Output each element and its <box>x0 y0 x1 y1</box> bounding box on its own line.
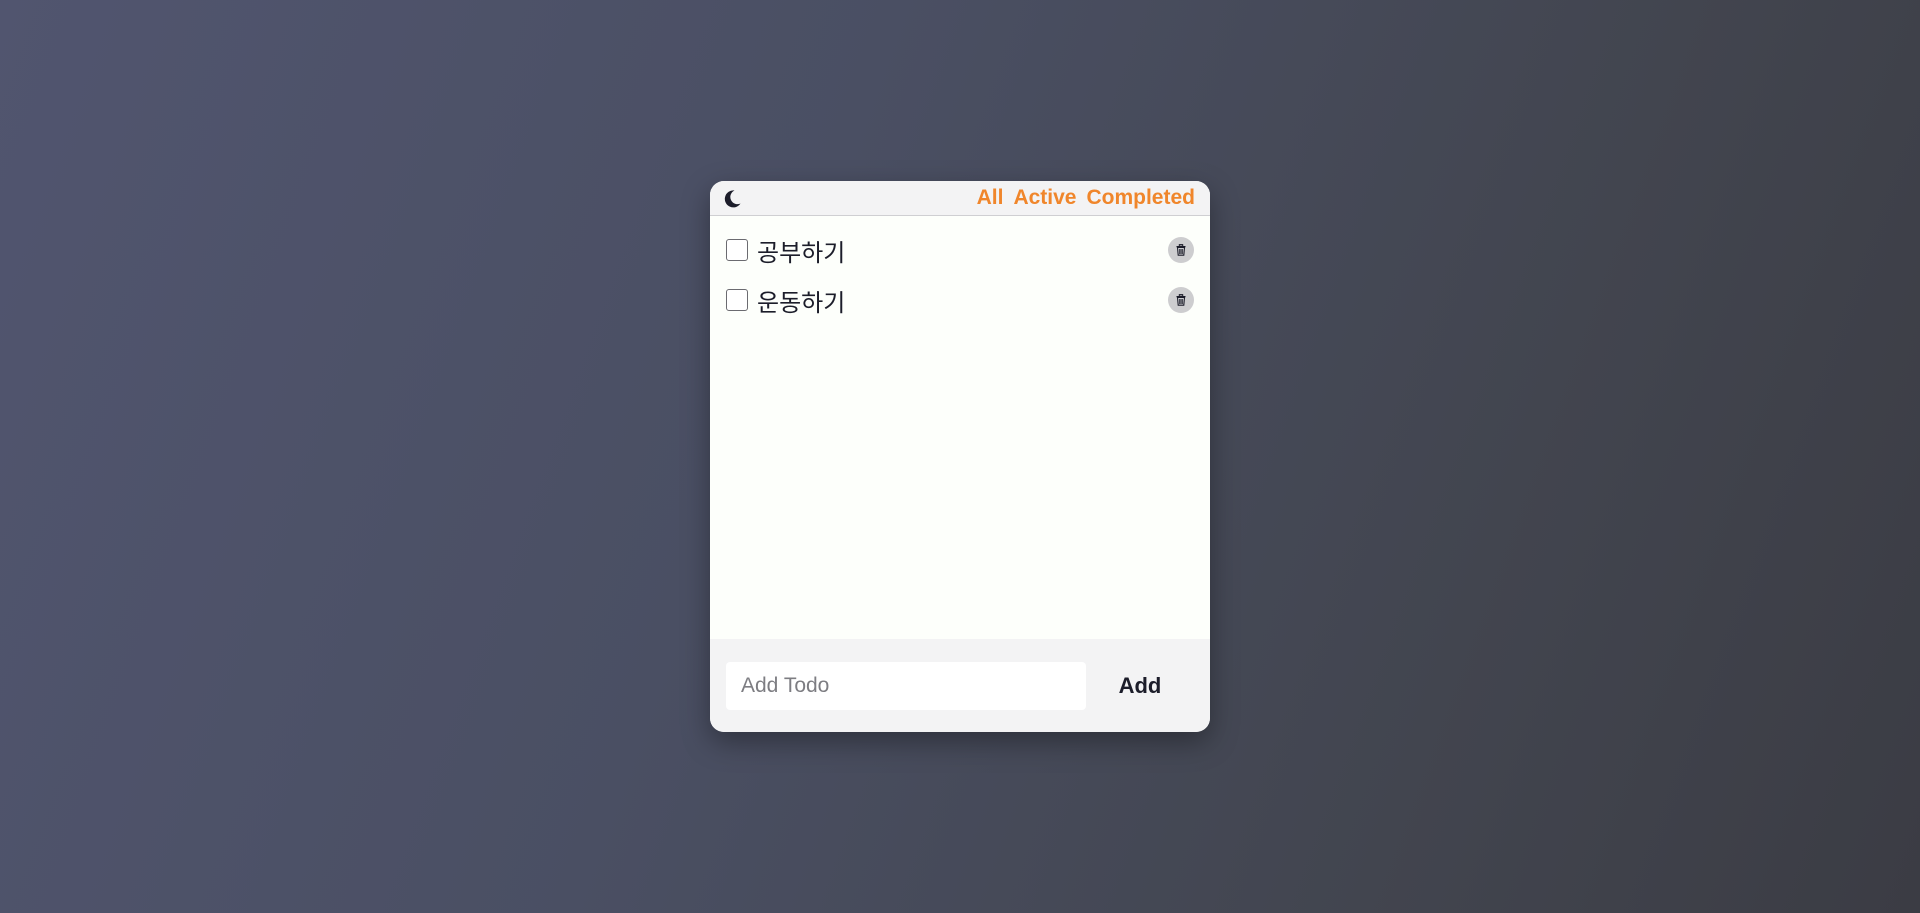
filter-completed-button[interactable]: Completed <box>1086 186 1195 210</box>
app-header: All Active Completed <box>710 181 1210 216</box>
add-todo-button[interactable]: Add <box>1086 662 1194 710</box>
add-todo-form: Add <box>710 639 1210 732</box>
todo-app: All Active Completed 공부하기 운동하기 Add Todo … <box>710 181 1210 732</box>
dark-mode-toggle[interactable] <box>720 187 744 211</box>
trash-icon <box>1176 244 1186 256</box>
todo-item: 공부하기 <box>726 225 1194 275</box>
moon-icon <box>724 190 741 208</box>
filter-all-button[interactable]: All <box>977 186 1004 210</box>
todo-item: 운동하기 <box>726 275 1194 325</box>
filter-active-button[interactable]: Active <box>1013 186 1076 210</box>
todo-checkbox[interactable] <box>726 239 748 261</box>
todo-checkbox[interactable] <box>726 289 748 311</box>
delete-todo-button[interactable] <box>1168 237 1194 263</box>
todo-list: 공부하기 운동하기 <box>710 216 1210 639</box>
filter-tabs: All Active Completed <box>977 186 1195 210</box>
todo-text: 운동하기 <box>757 288 846 317</box>
todo-text: 공부하기 <box>757 238 846 267</box>
add-todo-input[interactable] <box>726 661 1086 710</box>
delete-todo-button[interactable] <box>1168 287 1194 313</box>
trash-icon <box>1176 294 1186 306</box>
